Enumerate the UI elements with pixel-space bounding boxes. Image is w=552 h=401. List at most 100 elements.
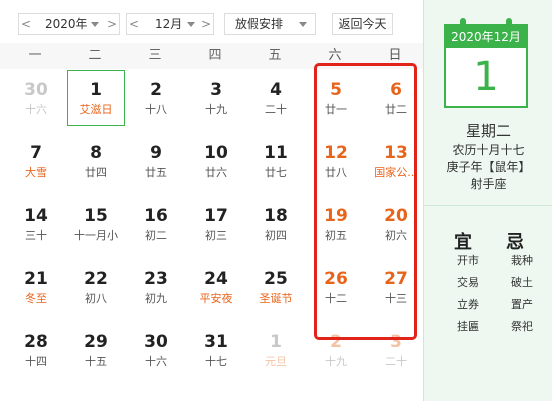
next-month-button[interactable]: >: [199, 14, 213, 34]
day-cell[interactable]: 22 初八: [67, 259, 125, 315]
day-cell[interactable]: 21 冬至: [7, 259, 65, 315]
day-lunar-label: 廿六: [205, 166, 227, 179]
day-lunar-label: 圣诞节: [259, 292, 293, 305]
day-lunar-label: 初六: [385, 229, 407, 242]
day-lunar-label: 国家公...: [374, 166, 418, 179]
day-number: 15: [84, 206, 108, 226]
day-cell[interactable]: 8 廿四: [67, 133, 125, 189]
ji-item: 栽种: [511, 254, 533, 267]
day-cell[interactable]: 15 十一月小: [67, 196, 125, 252]
day-cell[interactable]: 30 十六: [7, 70, 65, 126]
holiday-value: 放假安排: [235, 17, 284, 31]
ji-item: 置产: [511, 298, 533, 311]
day-cell[interactable]: 3 二十: [367, 322, 425, 378]
day-lunar-label: 艾滋日: [79, 103, 113, 116]
weekday-label: 一: [28, 48, 42, 63]
day-cell[interactable]: 26 十二: [307, 259, 365, 315]
year-value: 2020年: [45, 17, 88, 31]
yi-list: 开市 交易 立券 挂匾: [448, 254, 488, 342]
day-cell[interactable]: 7 大雪: [7, 133, 65, 189]
day-cell[interactable]: 6 廿二: [367, 70, 425, 126]
day-number: 20: [384, 206, 408, 226]
day-lunar-label: 十九: [205, 103, 227, 116]
day-cell[interactable]: 20 初六: [367, 196, 425, 252]
day-cell[interactable]: 30 十六: [127, 322, 185, 378]
day-lunar-label: 十二: [325, 292, 347, 305]
day-number: 22: [84, 269, 108, 289]
weekday-label: 三: [148, 48, 162, 63]
ji-heading: 忌: [506, 232, 524, 253]
panel-month-header: 2020年12月: [446, 26, 526, 48]
day-cell[interactable]: 17 初三: [187, 196, 245, 252]
day-cell[interactable]: 18 初四: [247, 196, 305, 252]
day-cell[interactable]: 10 廿六: [187, 133, 245, 189]
day-cell[interactable]: 27 十三: [367, 259, 425, 315]
yi-heading: 宜: [454, 232, 472, 253]
weekday-header: 一二三四五六日: [0, 43, 423, 69]
day-cell[interactable]: 14 三十: [7, 196, 65, 252]
day-cell[interactable]: 19 初五: [307, 196, 365, 252]
day-cell[interactable]: 16 初二: [127, 196, 185, 252]
day-lunar-label: 廿一: [325, 103, 347, 116]
day-number: 2: [150, 80, 162, 100]
day-cell[interactable]: 2 十九: [307, 322, 365, 378]
next-year-button[interactable]: >: [105, 14, 119, 34]
day-cell[interactable]: 1 元旦: [247, 322, 305, 378]
day-number: 25: [264, 269, 288, 289]
month-dropdown-caret-icon[interactable]: [187, 22, 195, 27]
year-dropdown-caret-icon[interactable]: [91, 22, 99, 27]
day-lunar-label: 十四: [25, 355, 47, 368]
holiday-dropdown-caret-icon[interactable]: [299, 22, 307, 27]
day-number: 13: [384, 143, 408, 163]
day-cell[interactable]: 3 十九: [187, 70, 245, 126]
day-cell[interactable]: 28 十四: [7, 322, 65, 378]
month-selector[interactable]: < 12月 >: [126, 13, 214, 35]
day-cell[interactable]: 12 廿八: [307, 133, 365, 189]
day-number: 30: [144, 332, 168, 352]
day-lunar-label: 廿八: [325, 166, 347, 179]
day-cell[interactable]: 4 二十: [247, 70, 305, 126]
day-number: 24: [204, 269, 228, 289]
day-number: 31: [204, 332, 228, 352]
day-lunar-label: 初三: [205, 229, 227, 242]
day-number: 7: [30, 143, 42, 163]
day-cell[interactable]: 2 十八: [127, 70, 185, 126]
day-cell[interactable]: 5 廿一: [307, 70, 365, 126]
panel-big-day: 1: [473, 54, 499, 100]
day-cell[interactable]: 25 圣诞节: [247, 259, 305, 315]
day-cell[interactable]: 29 十五: [67, 322, 125, 378]
day-number: 27: [384, 269, 408, 289]
day-number: 3: [390, 332, 402, 352]
day-lunar-label: 二十: [385, 355, 407, 368]
holiday-selector[interactable]: 放假安排: [224, 13, 316, 35]
back-to-today-button[interactable]: 返回今天: [332, 13, 393, 35]
day-lunar-label: 初四: [265, 229, 287, 242]
day-number: 5: [330, 80, 342, 100]
day-lunar-label: 初九: [145, 292, 167, 305]
day-lunar-label: 十八: [145, 103, 167, 116]
day-lunar-label: 大雪: [25, 166, 47, 179]
day-lunar-label: 廿五: [145, 166, 167, 179]
day-number: 11: [264, 143, 288, 163]
ji-list: 栽种 破土 置产 祭祀: [502, 254, 542, 342]
day-lunar-label: 初八: [85, 292, 107, 305]
month-value: 12月: [155, 17, 183, 31]
prev-month-button[interactable]: <: [127, 14, 141, 34]
day-cell-today[interactable]: 1 艾滋日: [67, 70, 125, 126]
day-cell[interactable]: 23 初九: [127, 259, 185, 315]
day-lunar-label: 平安夜: [199, 292, 233, 305]
year-selector[interactable]: < 2020年 >: [18, 13, 120, 35]
ji-item: 破土: [511, 276, 533, 289]
day-cell[interactable]: 24 平安夜: [187, 259, 245, 315]
day-number: 21: [24, 269, 48, 289]
day-cell[interactable]: 31 十七: [187, 322, 245, 378]
day-cell[interactable]: 13 国家公...: [367, 133, 425, 189]
prev-year-button[interactable]: <: [19, 14, 33, 34]
day-lunar-label: 十六: [145, 355, 167, 368]
day-number: 18: [264, 206, 288, 226]
weekday-label: 四: [208, 48, 222, 63]
day-cell[interactable]: 11 廿七: [247, 133, 305, 189]
day-cell[interactable]: 9 廿五: [127, 133, 185, 189]
day-number: 9: [150, 143, 162, 163]
day-lunar-label: 十五: [85, 355, 107, 368]
